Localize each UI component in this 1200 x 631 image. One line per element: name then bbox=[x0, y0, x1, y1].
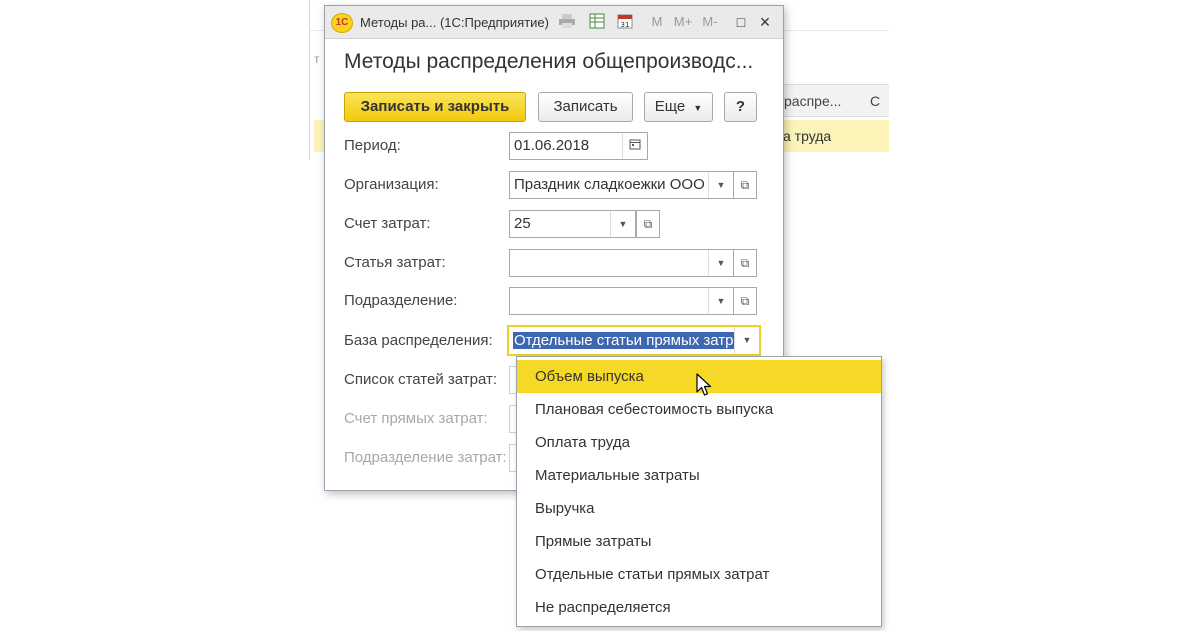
organization-label: Организация: bbox=[344, 176, 439, 193]
help-button[interactable]: ? bbox=[724, 92, 757, 122]
chevron-down-icon[interactable]: ▼ bbox=[610, 211, 635, 237]
distribution-base-label: База распределения: bbox=[344, 332, 493, 349]
open-organization-icon[interactable]: ⧉ bbox=[733, 171, 757, 199]
background-column-header[interactable]: С bbox=[864, 84, 889, 117]
chevron-down-icon[interactable]: ▼ bbox=[708, 288, 733, 314]
cost-list-label: Список статей затрат: bbox=[344, 371, 498, 388]
mouse-cursor-icon bbox=[696, 373, 712, 396]
background-cut-label: т bbox=[314, 52, 320, 66]
division-field[interactable]: ▼ bbox=[509, 287, 734, 315]
organization-value: Праздник сладкоежки ООО bbox=[514, 176, 705, 193]
distribution-base-value: Отдельные статьи прямых затр bbox=[513, 332, 735, 349]
chevron-down-icon[interactable]: ▼ bbox=[734, 327, 759, 354]
svg-text:31: 31 bbox=[621, 21, 630, 29]
open-division-icon[interactable]: ⧉ bbox=[733, 287, 757, 315]
open-account-icon[interactable]: ⧉ bbox=[636, 210, 660, 238]
distribution-base-field[interactable]: Отдельные статьи прямых затр ▼ bbox=[507, 325, 761, 356]
maximize-button[interactable]: □ bbox=[731, 13, 751, 31]
form-title: Методы распределения общепроизводс... bbox=[344, 50, 754, 73]
account-field[interactable]: 25 ▼ bbox=[509, 210, 636, 238]
account-label: Счет затрат: bbox=[344, 215, 431, 232]
dropdown-option[interactable]: Отдельные статьи прямых затрат bbox=[517, 558, 881, 591]
chevron-down-icon: ▼ bbox=[693, 103, 703, 113]
save-button[interactable]: Записать bbox=[538, 92, 633, 122]
titlebar[interactable]: 1С Методы ра... (1С:Предприятие) 31 M M+… bbox=[325, 6, 783, 39]
dropdown-option[interactable]: Материальные затраты bbox=[517, 459, 881, 492]
dropdown-option[interactable]: Выручка bbox=[517, 492, 881, 525]
app-logo-icon: 1С bbox=[331, 13, 353, 33]
cost-item-field[interactable]: ▼ bbox=[509, 249, 734, 277]
period-value: 01.06.2018 bbox=[514, 137, 590, 154]
period-field[interactable]: 01.06.2018 bbox=[509, 132, 648, 160]
more-button[interactable]: Еще ▼ bbox=[644, 92, 713, 122]
window-title: Методы ра... (1С:Предприятие) bbox=[360, 15, 549, 30]
memory-icon[interactable]: M bbox=[647, 13, 667, 31]
spreadsheet-icon[interactable] bbox=[587, 13, 607, 31]
print-icon[interactable] bbox=[557, 13, 577, 31]
dropdown-option[interactable]: Оплата труда bbox=[517, 426, 881, 459]
organization-field[interactable]: Праздник сладкоежки ООО ▼ bbox=[509, 171, 734, 199]
close-button[interactable]: × bbox=[755, 13, 775, 31]
direct-account-label: Счет прямых затрат: bbox=[344, 410, 488, 427]
calendar-icon[interactable]: 31 bbox=[615, 13, 635, 31]
cost-division-label: Подразделение затрат: bbox=[344, 449, 507, 466]
more-button-label: Еще bbox=[654, 98, 686, 115]
period-label: Период: bbox=[344, 137, 401, 154]
account-value: 25 bbox=[514, 215, 531, 232]
division-label: Подразделение: bbox=[344, 292, 458, 309]
cost-item-label: Статья затрат: bbox=[344, 254, 446, 271]
background-column-header[interactable]: распре... bbox=[778, 84, 864, 117]
chevron-down-icon[interactable]: ▼ bbox=[708, 250, 733, 276]
background-row-text: а труда bbox=[783, 128, 832, 144]
calendar-icon[interactable] bbox=[622, 133, 647, 159]
dropdown-option[interactable]: Не распределяется bbox=[517, 591, 881, 624]
memory-add-icon[interactable]: M+ bbox=[671, 13, 695, 31]
save-close-button[interactable]: Записать и закрыть bbox=[344, 92, 526, 122]
open-cost-item-icon[interactable]: ⧉ bbox=[733, 249, 757, 277]
dropdown-option[interactable]: Прямые затраты bbox=[517, 525, 881, 558]
memory-subtract-icon[interactable]: M- bbox=[698, 13, 722, 31]
chevron-down-icon[interactable]: ▼ bbox=[708, 172, 733, 198]
dropdown-option[interactable]: Плановая себестоимость выпуска bbox=[517, 393, 881, 426]
